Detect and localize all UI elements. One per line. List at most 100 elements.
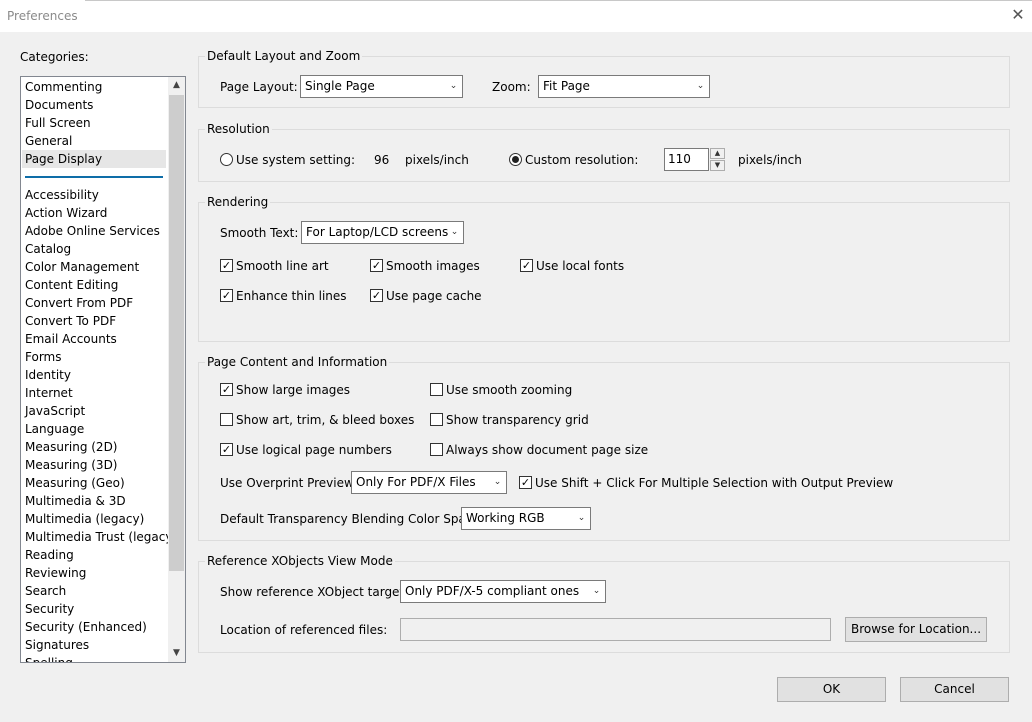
category-item[interactable]: Spelling	[25, 654, 73, 662]
shift-click-checkbox[interactable]: ✓	[519, 476, 532, 489]
category-item[interactable]: Reading	[25, 546, 74, 564]
custom-resolution-unit: pixels/inch	[738, 153, 802, 167]
smooth-line-art-label: Smooth line art	[236, 259, 329, 273]
category-item[interactable]: Forms	[25, 348, 61, 366]
category-item[interactable]: Page Display	[22, 150, 166, 168]
scroll-down-arrow-icon[interactable]: ▼	[168, 645, 185, 662]
category-item[interactable]: Color Management	[25, 258, 139, 276]
use-local-fonts-checkbox[interactable]: ✓	[520, 259, 533, 272]
category-item[interactable]: Signatures	[25, 636, 89, 654]
smooth-line-art-checkbox[interactable]: ✓	[220, 259, 233, 272]
category-item[interactable]: Measuring (2D)	[25, 438, 118, 456]
smooth-text-label: Smooth Text:	[220, 226, 299, 240]
zoom-value: Fit Page	[543, 79, 590, 93]
system-resolution-value: 96	[374, 153, 390, 167]
spin-up-icon[interactable]: ▲	[710, 148, 725, 159]
category-item[interactable]: Catalog	[25, 240, 71, 258]
category-item[interactable]: Multimedia & 3D	[25, 492, 126, 510]
close-icon[interactable]: ✕	[1010, 6, 1026, 24]
use-smooth-zooming-checkbox[interactable]	[430, 383, 443, 396]
use-page-cache-checkbox[interactable]: ✓	[370, 289, 383, 302]
category-item[interactable]: Commenting	[25, 78, 102, 96]
category-item[interactable]: Documents	[25, 96, 93, 114]
show-large-images-checkbox[interactable]: ✓	[220, 383, 233, 396]
custom-resolution-input[interactable]: 110	[664, 148, 709, 171]
category-item[interactable]: Multimedia Trust (legacy)	[25, 528, 177, 546]
cancel-button[interactable]: Cancel	[900, 677, 1009, 702]
custom-resolution-radio[interactable]	[509, 153, 522, 166]
category-item[interactable]: Internet	[25, 384, 73, 402]
blending-value: Working RGB	[466, 511, 545, 525]
category-item[interactable]: Content Editing	[25, 276, 118, 294]
category-item[interactable]: Convert From PDF	[25, 294, 133, 312]
category-item[interactable]: Adobe Online Services	[25, 222, 160, 240]
overprint-label: Use Overprint Preview:	[220, 476, 358, 490]
enhance-thin-lines-checkbox[interactable]: ✓	[220, 289, 233, 302]
location-input[interactable]	[400, 618, 831, 641]
category-item[interactable]: Search	[25, 582, 66, 600]
show-art-trim-bleed-label: Show art, trim, & bleed boxes	[236, 413, 415, 427]
category-item[interactable]: Security (Enhanced)	[25, 618, 147, 636]
category-item[interactable]: General	[25, 132, 72, 150]
category-item[interactable]: Convert To PDF	[25, 312, 116, 330]
spin-down-icon[interactable]: ▼	[710, 160, 725, 171]
show-art-trim-bleed-checkbox[interactable]	[220, 413, 233, 426]
use-system-radio[interactable]	[220, 153, 233, 166]
category-item[interactable]: Multimedia (legacy)	[25, 510, 144, 528]
xobject-targets-dropdown[interactable]: Only PDF/X-5 compliant ones ⌄	[400, 580, 606, 603]
overprint-dropdown[interactable]: Only For PDF/X Files ⌄	[351, 471, 507, 494]
location-label: Location of referenced files:	[220, 623, 388, 637]
scroll-up-arrow-icon[interactable]: ▲	[168, 77, 185, 94]
title-bar-top-line	[85, 0, 1032, 1]
category-item[interactable]: Action Wizard	[25, 204, 107, 222]
categories-label: Categories:	[20, 50, 89, 64]
category-item[interactable]: Security	[25, 600, 74, 618]
always-show-page-size-label: Always show document page size	[446, 443, 649, 457]
categories-listbox[interactable]: Commenting Documents Full Screen General Pag…	[20, 76, 186, 663]
category-item[interactable]: Measuring (3D)	[25, 456, 118, 474]
always-show-page-size-checkbox[interactable]	[430, 443, 443, 456]
radio-selected-dot	[512, 156, 519, 163]
resolution-title: Resolution	[205, 122, 272, 136]
xobjects-title: Reference XObjects View Mode	[205, 554, 395, 568]
use-smooth-zooming-label: Use smooth zooming	[446, 383, 573, 397]
smooth-text-dropdown[interactable]: For Laptop/LCD screens ⌄	[301, 221, 464, 244]
show-transparency-grid-checkbox[interactable]	[430, 413, 443, 426]
category-item[interactable]: Email Accounts	[25, 330, 117, 348]
chevron-down-icon: ⌄	[450, 227, 459, 237]
zoom-label: Zoom:	[492, 80, 531, 94]
smooth-images-checkbox[interactable]: ✓	[370, 259, 383, 272]
category-item[interactable]: Language	[25, 420, 84, 438]
blending-label: Default Transparency Blending Color Spac…	[220, 512, 484, 526]
use-local-fonts-label: Use local fonts	[536, 259, 625, 273]
category-item[interactable]: Reviewing	[25, 564, 86, 582]
browse-location-button[interactable]: Browse for Location...	[845, 617, 987, 642]
rendering-title: Rendering	[205, 195, 271, 209]
xobject-targets-value: Only PDF/X-5 compliant ones	[405, 584, 580, 598]
show-transparency-grid-label: Show transparency grid	[446, 413, 589, 427]
zoom-dropdown[interactable]: Fit Page ⌄	[538, 75, 710, 98]
category-item[interactable]: Measuring (Geo)	[25, 474, 125, 492]
show-large-images-label: Show large images	[236, 383, 351, 397]
layout-zoom-title: Default Layout and Zoom	[205, 49, 363, 63]
use-logical-page-numbers-checkbox[interactable]: ✓	[220, 443, 233, 456]
category-item[interactable]: Accessibility	[25, 186, 99, 204]
ok-button[interactable]: OK	[777, 677, 886, 702]
smooth-text-value: For Laptop/LCD screens	[306, 225, 449, 239]
category-item[interactable]: Full Screen	[25, 114, 91, 132]
category-item[interactable]: Identity	[25, 366, 71, 384]
page-content-title: Page Content and Information	[205, 355, 390, 369]
use-logical-page-numbers-label: Use logical page numbers	[236, 443, 392, 457]
title-bar	[0, 0, 1032, 32]
categories-scrollbar[interactable]: ▲ ▼	[168, 77, 185, 662]
blending-dropdown[interactable]: Working RGB ⌄	[461, 507, 591, 530]
enhance-thin-lines-label: Enhance thin lines	[236, 289, 347, 303]
chevron-down-icon: ⌄	[449, 81, 458, 91]
shift-click-label: Use Shift + Click For Multiple Selection…	[535, 476, 894, 490]
overprint-value: Only For PDF/X Files	[356, 475, 476, 489]
smooth-images-label: Smooth images	[386, 259, 480, 273]
category-item[interactable]: JavaScript	[25, 402, 85, 420]
scrollbar-thumb[interactable]	[169, 95, 184, 571]
chevron-down-icon: ⌄	[696, 81, 705, 91]
page-layout-dropdown[interactable]: Single Page ⌄	[300, 75, 463, 98]
